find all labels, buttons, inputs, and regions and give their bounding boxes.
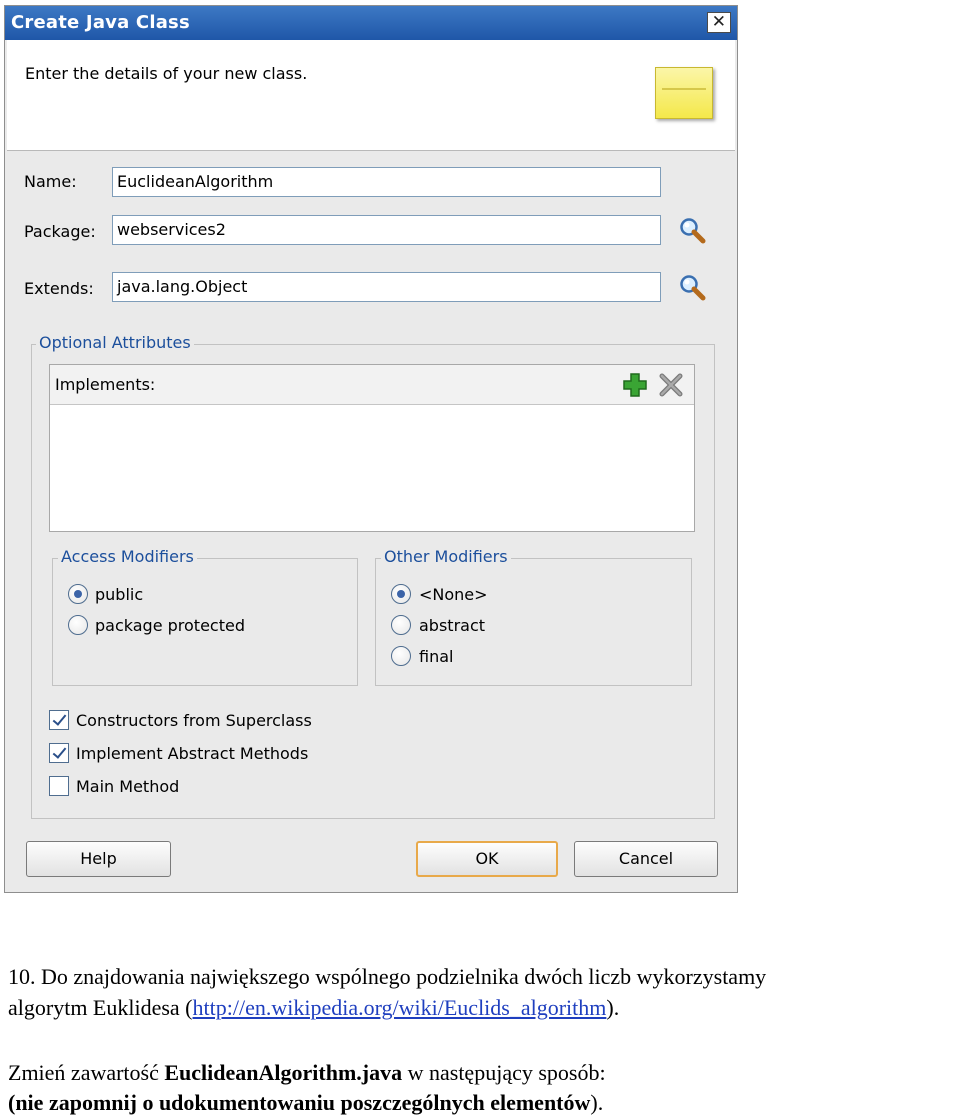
header-text: Enter the details of your new class. <box>25 64 308 83</box>
ok-button[interactable]: OK <box>416 841 558 877</box>
dialog-title: Create Java Class <box>11 12 190 33</box>
cancel-button[interactable]: Cancel <box>574 841 718 877</box>
radio-package-protected[interactable] <box>68 615 88 635</box>
option-public-label: public <box>95 585 144 604</box>
doc-line-3-end: w następujący sposób: <box>402 1060 606 1085</box>
add-icon[interactable] <box>622 372 648 398</box>
extends-input[interactable]: java.lang.Object <box>112 272 661 302</box>
doc-line-4-bold: (nie zapomnij o udokumentowaniu poszczeg… <box>8 1090 591 1115</box>
doc-line-2-text: algorytm Euklidesa ( <box>8 995 193 1020</box>
class-note-icon <box>655 67 713 119</box>
other-modifiers-title: Other Modifiers <box>381 548 511 566</box>
doc-line-4: (nie zapomnij o udokumentowaniu poszczeg… <box>8 1090 603 1116</box>
package-label: Package: <box>24 222 96 241</box>
create-java-class-dialog: Create Java Class ✕ Enter the details of… <box>4 5 738 893</box>
implements-label: Implements: <box>55 375 156 394</box>
option-final-label: final <box>419 647 454 666</box>
option-abstract-label: abstract <box>419 616 486 635</box>
checkbox-abstract-methods[interactable] <box>49 743 69 763</box>
close-button[interactable]: ✕ <box>707 12 731 33</box>
help-button[interactable]: Help <box>26 841 171 877</box>
radio-none[interactable] <box>391 584 411 604</box>
extends-search-icon[interactable] <box>677 273 707 303</box>
radio-abstract[interactable] <box>391 615 411 635</box>
name-label: Name: <box>24 172 77 191</box>
option-none-label: <None> <box>419 585 488 604</box>
doc-line-1: 10. Do znajdowania największego wspólneg… <box>8 964 767 989</box>
dialog-titlebar: Create Java Class ✕ <box>5 6 737 40</box>
doc-line-2-end: ). <box>606 995 620 1020</box>
radio-final[interactable] <box>391 646 411 666</box>
implements-list: Implements: <box>49 364 695 532</box>
extends-label: Extends: <box>24 279 94 298</box>
doc-line-4-end: ). <box>590 1090 604 1115</box>
name-input[interactable]: EuclideanAlgorithm <box>112 167 661 197</box>
checkbox-main-method[interactable] <box>49 776 69 796</box>
option-package-protected-label: package protected <box>95 616 245 635</box>
radio-public[interactable] <box>68 584 88 604</box>
optional-attributes-title: Optional Attributes <box>36 334 194 352</box>
package-input[interactable]: webservices2 <box>112 215 661 245</box>
package-search-icon[interactable] <box>677 216 707 246</box>
constructors-label: Constructors from Superclass <box>76 711 312 730</box>
checkbox-constructors[interactable] <box>49 710 69 730</box>
access-modifiers-title: Access Modifiers <box>58 548 197 566</box>
dialog-header: Enter the details of your new class. <box>7 40 735 151</box>
doc-line-3-filename: EuclideanAlgorithm.java <box>164 1060 403 1085</box>
doc-line-3-text: Zmień zawartość <box>8 1060 165 1085</box>
main-method-label: Main Method <box>76 777 180 796</box>
remove-icon[interactable] <box>658 372 684 398</box>
wikipedia-link[interactable]: http://en.wikipedia.org/wiki/Euclids_alg… <box>193 995 607 1020</box>
doc-line-2: algorytm Euklidesa (http://en.wikipedia.… <box>8 995 619 1021</box>
doc-line-3: Zmień zawartość EuclideanAlgorithm.java … <box>8 1060 606 1086</box>
abstract-methods-label: Implement Abstract Methods <box>76 744 309 763</box>
implements-header: Implements: <box>50 365 694 405</box>
